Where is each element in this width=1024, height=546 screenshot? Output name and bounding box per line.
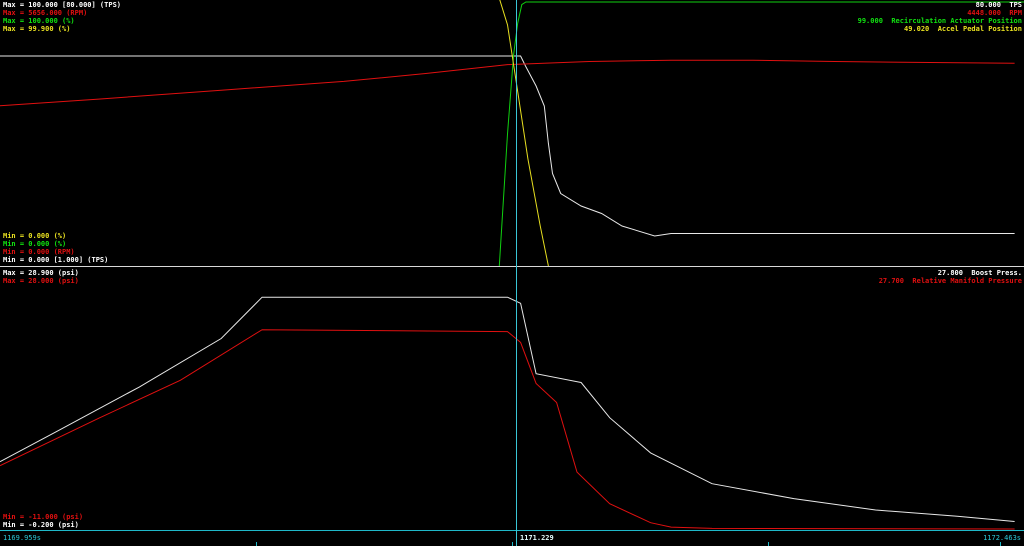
- legend-label: Max = 28.900 (psi): [3, 269, 79, 277]
- top-plot-panel[interactable]: Max = 100.000 [80.000] (TPS) Max = 5656.0…: [0, 0, 1024, 266]
- time-cursor-line[interactable]: [516, 0, 517, 546]
- legend-label: Max = 100.000 (%): [3, 17, 75, 25]
- top-plot-area[interactable]: [0, 0, 1024, 266]
- bottom-plot-panel[interactable]: Max = 28.900 (psi) Max = 28.000 (psi) Min…: [0, 266, 1024, 530]
- time-start-label: 1169.959s: [3, 534, 41, 542]
- legend-label: Min = 0.000 (%): [3, 232, 67, 240]
- legend-label: Max = 99.900 (%): [3, 25, 71, 33]
- time-end-label: 1172.463s: [983, 534, 1021, 542]
- legend-label: Max = 28.000 (psi): [3, 277, 79, 285]
- legend-label: 4448.000 RPM: [967, 9, 1022, 17]
- time-tick: [1000, 542, 1001, 546]
- legend-label: Min = -11.000 (psi): [3, 513, 84, 521]
- legend-label: 99.000 Recirculation Actuator Position: [857, 17, 1022, 25]
- legend-label: 80.000 TPS: [975, 1, 1022, 9]
- cursor-time-label: 1171.229: [520, 534, 554, 542]
- series-line-boost-press-: [0, 296, 1015, 522]
- time-tick: [768, 542, 769, 546]
- time-axis-bar[interactable]: 1169.959s 1171.229 1172.463s: [0, 530, 1024, 546]
- legend-label: Min = 0.000 (RPM): [3, 248, 75, 256]
- series-line-recirculation-actuator-position: [498, 1, 1024, 266]
- series-line-accel-pedal-position: [499, 0, 549, 266]
- series-line-tps: [0, 55, 1015, 237]
- legend-label: Max = 5656.000 (RPM): [3, 9, 88, 17]
- legend-label: 49.020 Accel Pedal Position: [903, 25, 1022, 33]
- legend-label: 27.700 Relative Manifold Pressure: [878, 277, 1022, 285]
- legend-label: Min = 0.000 [1.000] (TPS): [3, 256, 109, 264]
- legend-label: Min = 0.000 (%): [3, 240, 67, 248]
- legend-label: Max = 100.000 [80.000] (TPS): [3, 1, 122, 9]
- series-line-rpm: [0, 59, 1015, 107]
- legend-label: Min = -0.200 (psi): [3, 521, 79, 529]
- time-tick: [256, 542, 257, 546]
- time-tick: [512, 542, 513, 546]
- series-line-relative-manifold-pressure: [0, 329, 1015, 530]
- bottom-plot-area[interactable]: [0, 267, 1024, 530]
- legend-label: 27.800 Boost Press.: [937, 269, 1022, 277]
